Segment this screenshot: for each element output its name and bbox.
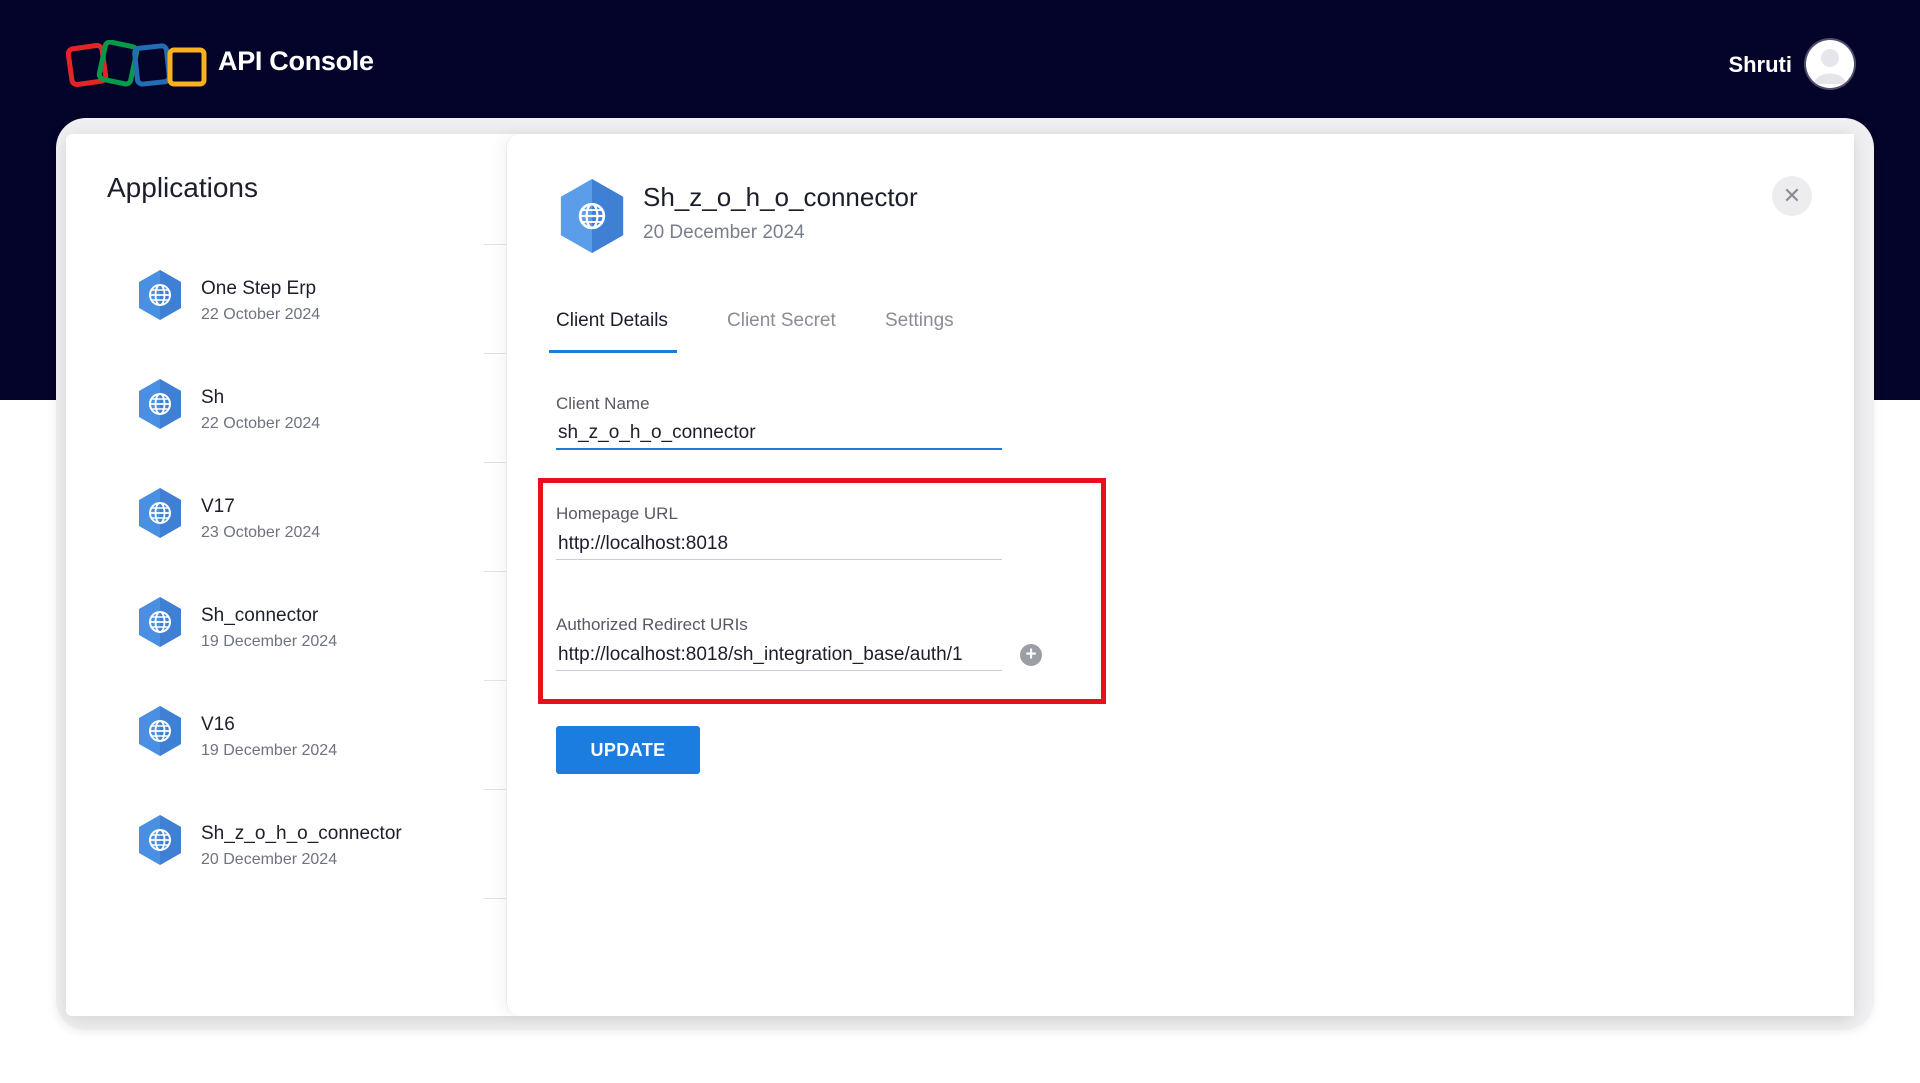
close-icon: ✕ <box>1782 183 1802 208</box>
sidebar-title: Applications <box>107 172 258 203</box>
globe-icon <box>139 488 181 538</box>
list-item[interactable]: V16 19 December 2024 <box>66 704 506 812</box>
application-date: 20 December 2024 <box>643 222 805 243</box>
app-name: V17 <box>201 496 235 517</box>
applications-panel: Applications One Step Erp 22 October 202 <box>66 134 1854 1016</box>
active-tab-indicator <box>549 350 677 353</box>
plus-icon: + <box>1025 644 1037 665</box>
tab-label: Client Secret <box>727 310 836 331</box>
homepage-url-input[interactable] <box>556 528 1002 560</box>
user-avatar[interactable] <box>1806 40 1854 88</box>
app-date: 19 December 2024 <box>201 633 338 650</box>
list-item-selected[interactable]: Sh_z_o_h_o_connector 20 December 2024 <box>66 813 506 921</box>
tab-label: Settings <box>885 310 954 331</box>
list-item[interactable]: Sh_connector 19 December 2024 <box>66 595 506 703</box>
app-name: Sh_connector <box>201 605 319 626</box>
globe-icon <box>139 597 181 647</box>
list-item[interactable]: V17 23 October 2024 <box>66 486 506 594</box>
app-name: V16 <box>201 714 235 735</box>
tab-label: Client Details <box>556 310 668 331</box>
homepage-url-label: Homepage URL <box>556 504 678 523</box>
app-date: 19 December 2024 <box>201 742 338 759</box>
app-date: 23 October 2024 <box>201 524 321 541</box>
list-item[interactable]: One Step Erp 22 October 2024 <box>66 268 506 376</box>
globe-icon <box>139 815 181 865</box>
app-name: Sh_z_o_h_o_connector <box>201 823 402 844</box>
applications-sidebar: Applications One Step Erp 22 October 202 <box>66 134 510 1016</box>
tab-client-secret[interactable]: Client Secret <box>727 310 836 332</box>
client-name-label: Client Name <box>556 394 650 413</box>
application-title: Sh_z_o_h_o_connector <box>643 182 918 212</box>
zoho-logo <box>66 40 207 88</box>
globe-icon <box>139 270 181 320</box>
user-name[interactable]: Shruti <box>1728 52 1792 78</box>
app-name: One Step Erp <box>201 278 317 299</box>
client-name-input[interactable] <box>556 418 1002 450</box>
app-name: Sh <box>201 387 225 408</box>
app-date: 20 December 2024 <box>201 851 338 868</box>
top-header: API Console Shruti <box>0 0 1920 128</box>
globe-icon <box>139 379 181 429</box>
update-button[interactable]: UPDATE <box>556 726 700 774</box>
tab-settings[interactable]: Settings <box>885 310 954 332</box>
globe-icon <box>139 706 181 756</box>
redirect-uri-input[interactable] <box>556 639 1002 671</box>
user-icon <box>1814 49 1846 84</box>
app-date: 22 October 2024 <box>201 415 321 432</box>
app-title: API Console <box>218 46 374 76</box>
globe-icon <box>560 178 624 254</box>
redirect-uris-label: Authorized Redirect URIs <box>556 615 748 634</box>
add-redirect-uri-button[interactable]: + <box>1020 644 1042 666</box>
app-date: 22 October 2024 <box>201 306 321 323</box>
list-item[interactable]: Sh 22 October 2024 <box>66 377 506 485</box>
application-detail-panel: Sh_z_o_h_o_connector 20 December 2024 ✕ … <box>506 134 1854 1016</box>
close-button[interactable]: ✕ <box>1772 176 1812 216</box>
tab-client-details[interactable]: Client Details <box>549 310 677 353</box>
